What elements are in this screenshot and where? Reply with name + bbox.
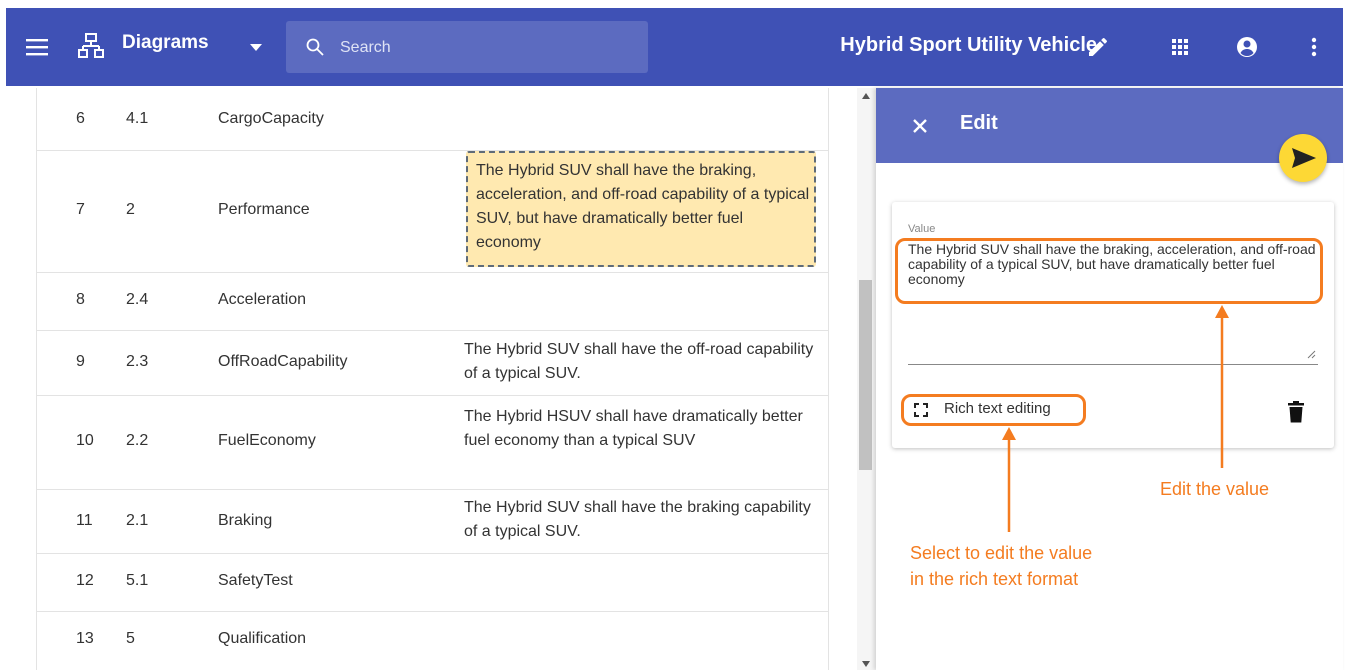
row-name: OffRoadCapability: [218, 353, 348, 370]
table-row[interactable]: 13 5 Qualification: [36, 611, 828, 670]
table-row[interactable]: 8 2.4 Acceleration: [36, 272, 828, 331]
value-callout-box: [895, 238, 1323, 304]
table-row[interactable]: 6 4.1 CargoCapacity: [36, 88, 828, 151]
selected-cell-editing[interactable]: The Hybrid SUV shall have the braking, a…: [466, 151, 816, 267]
row-id: 2.2: [126, 432, 149, 449]
row-id: 5: [126, 630, 135, 647]
row-number: 9: [76, 353, 85, 370]
account-circle-icon[interactable]: [1235, 35, 1259, 59]
resize-handle-icon[interactable]: [1306, 349, 1316, 359]
search-icon: [306, 38, 324, 56]
pencil-icon[interactable]: [1086, 35, 1110, 59]
rich-text-annotation-line2: in the rich text format: [910, 569, 1079, 589]
row-number: 11: [76, 512, 93, 529]
row-text[interactable]: The Hybrid SUV shall have the off-road c…: [464, 338, 814, 386]
search-input[interactable]: [338, 35, 632, 61]
apps-grid-icon[interactable]: [1168, 35, 1192, 59]
hamburger-menu-icon[interactable]: [26, 38, 48, 56]
edit-panel-header: Edit: [876, 88, 1343, 163]
row-name: Acceleration: [218, 291, 307, 308]
table-row[interactable]: 11 2.1 Braking The Hybrid SUV shall have…: [36, 489, 828, 554]
row-id: 4.1: [126, 110, 149, 127]
row-id: 2.4: [126, 291, 149, 308]
row-name: Qualification: [218, 630, 307, 647]
chevron-down-icon[interactable]: [250, 44, 262, 52]
row-name: SafetyTest: [218, 572, 293, 589]
row-id: 2.1: [126, 512, 149, 529]
table-row[interactable]: 9 2.3 OffRoadCapability The Hybrid SUV s…: [36, 330, 828, 396]
row-name: Braking: [218, 512, 273, 529]
close-icon[interactable]: [912, 118, 928, 134]
table-row[interactable]: 12 5.1 SafetyTest: [36, 553, 828, 612]
trash-icon[interactable]: [1288, 401, 1304, 423]
row-number: 7: [76, 201, 85, 218]
submit-button[interactable]: [1279, 134, 1327, 182]
search-box[interactable]: [286, 21, 648, 73]
value-field-label: Value: [908, 223, 936, 235]
rich-text-callout-box: [901, 394, 1086, 426]
value-field-underline: [908, 364, 1318, 365]
row-number: 13: [76, 630, 94, 647]
diagram-hierarchy-icon: [78, 33, 104, 58]
row-number: 10: [76, 432, 94, 449]
table-right-border: [828, 88, 829, 670]
more-vertical-icon[interactable]: [1302, 35, 1326, 59]
scroll-down-arrow-icon[interactable]: [862, 661, 870, 667]
table-row[interactable]: 10 2.2 FuelEconomy The Hybrid HSUV shall…: [36, 395, 828, 490]
row-name: FuelEconomy: [218, 432, 316, 449]
rich-text-annotation-line1: Select to edit the value: [910, 543, 1093, 563]
row-id: 5.1: [126, 572, 149, 589]
app-bar-inner: Diagrams Hybrid Sport Utility Vehicle: [6, 8, 1343, 86]
document-title: Hybrid Sport Utility Vehicle: [840, 34, 1097, 56]
send-icon: [1292, 148, 1316, 168]
edit-panel-title: Edit: [960, 112, 998, 134]
scroll-up-arrow-icon[interactable]: [862, 93, 870, 99]
row-id: 2.3: [126, 353, 149, 370]
row-number: 6: [76, 110, 85, 127]
edit-value-annotation: Edit the value: [1160, 479, 1270, 499]
scrollbar-thumb[interactable]: [859, 280, 872, 470]
selected-cell-text: The Hybrid SUV shall have the braking, a…: [476, 162, 810, 251]
app-title[interactable]: Diagrams: [122, 32, 209, 54]
row-name: CargoCapacity: [218, 110, 324, 127]
row-name: Performance: [218, 201, 310, 218]
requirements-table: 6 4.1 CargoCapacity 7 2 Performance 8 2.…: [0, 88, 876, 670]
row-id: 2: [126, 201, 135, 218]
row-text[interactable]: The Hybrid SUV shall have the braking ca…: [464, 496, 814, 544]
row-number: 8: [76, 291, 85, 308]
row-number: 12: [76, 572, 94, 589]
table-scrollbar[interactable]: [857, 88, 876, 670]
app-bar: Diagrams Hybrid Sport Utility Vehicle: [0, 0, 1351, 88]
row-text[interactable]: The Hybrid HSUV shall have dramatically …: [464, 405, 814, 453]
